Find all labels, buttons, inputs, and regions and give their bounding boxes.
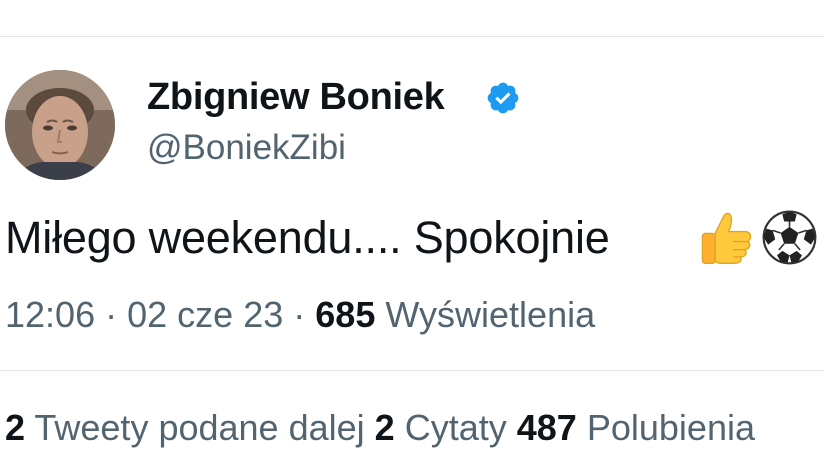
stats-divider [0, 370, 824, 371]
author-handle[interactable]: @BoniekZibi [147, 126, 346, 170]
views-label: Wyświetlenia [385, 294, 596, 335]
likes-label: Polubienia [586, 407, 755, 448]
tweet-date[interactable]: 02 cze 23 [127, 294, 283, 335]
retweets-stat[interactable]: 2 Tweety podane dalej [5, 407, 365, 448]
tweet-text: Miłego weekendu.... Spokojnie [5, 212, 610, 263]
quotes-stat[interactable]: 2 Cytaty [375, 407, 507, 448]
retweets-count: 2 [5, 407, 26, 448]
meta-separator: · [105, 294, 118, 335]
quotes-label: Cytaty [404, 407, 507, 448]
meta-separator: · [293, 294, 306, 335]
thumbs-up-icon [701, 212, 752, 264]
retweets-label: Tweety podane dalej [34, 407, 365, 448]
quotes-count: 2 [374, 407, 395, 448]
avatar[interactable] [5, 70, 115, 180]
top-divider [0, 36, 824, 37]
views-count: 685 [315, 294, 376, 335]
tweet-stats: 2 Tweety podane dalej 2 Cytaty 487 Polub… [5, 405, 755, 451]
soccer-ball-icon [762, 210, 817, 265]
tweet-meta: 12:06 · 02 cze 23 · 685 Wyświetlenia [5, 292, 595, 338]
likes-stat[interactable]: 487 Polubienia [517, 407, 755, 448]
author-display-name[interactable]: Zbigniew Boniek [147, 74, 445, 120]
tweet-time[interactable]: 12:06 [5, 294, 95, 335]
likes-count: 487 [516, 407, 577, 448]
verified-badge-icon [487, 82, 519, 114]
avatar-image [5, 70, 115, 180]
